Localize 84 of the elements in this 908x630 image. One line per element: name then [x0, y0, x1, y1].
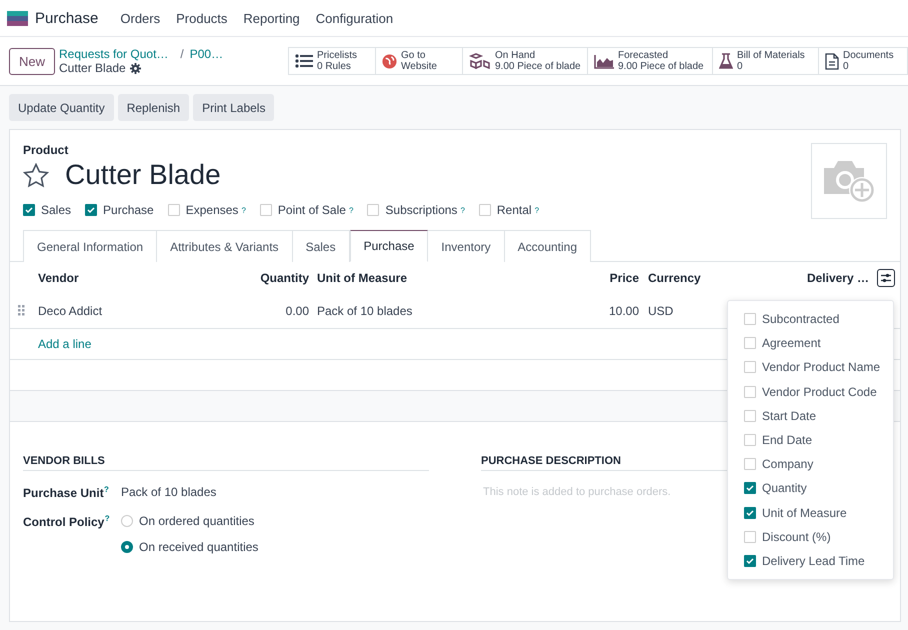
help-mark[interactable]: ?	[534, 206, 540, 214]
field-label: Product	[23, 143, 70, 157]
list-icon	[295, 54, 313, 68]
app-logo-icon	[7, 10, 28, 26]
check-icon	[87, 206, 96, 214]
option-label: Expenses	[186, 203, 238, 217]
column-settings-button[interactable]	[877, 268, 895, 286]
checkbox[interactable]	[23, 204, 35, 216]
tab[interactable]: Inventory	[428, 230, 505, 262]
drag-handle-icon[interactable]	[18, 305, 25, 316]
menu-option[interactable]: Unit of Measure	[762, 506, 847, 520]
tab[interactable]: Accounting	[504, 230, 592, 262]
help-mark[interactable]: ?	[348, 206, 354, 214]
menu-option[interactable]: Discount (%)	[762, 530, 831, 544]
help-mark[interactable]: ?	[104, 514, 110, 523]
tab[interactable]: Purchase	[350, 230, 428, 262]
column-header[interactable]: Vendor	[38, 262, 240, 293]
breadcrumb-link[interactable]: Requests for Quot…	[59, 47, 168, 61]
option-label: Sales	[41, 203, 72, 217]
column-header[interactable]: Delivery …	[739, 262, 869, 293]
checkbox[interactable]	[744, 554, 756, 567]
menu-option[interactable]: Vendor Product Code	[762, 384, 877, 399]
menu-item[interactable]: Reporting	[235, 10, 308, 26]
action-button[interactable]: Replenish	[118, 94, 190, 121]
help-mark[interactable]: ?	[241, 206, 246, 214]
image-placeholder[interactable]	[811, 143, 887, 219]
column-header[interactable]: Currency	[639, 262, 739, 293]
menu-item[interactable]: Configuration	[308, 10, 402, 26]
table-cell: Pack of 10 blades	[309, 293, 560, 329]
checkbox[interactable]	[85, 204, 98, 216]
radio-button[interactable]	[121, 541, 133, 553]
star-icon[interactable]	[23, 162, 49, 188]
field-value[interactable]: Pack of 10 blades	[121, 485, 216, 500]
gear-icon[interactable]	[130, 62, 141, 74]
menu-option[interactable]: Company	[762, 457, 814, 472]
app-name[interactable]: Purchase	[35, 10, 98, 26]
table-cell: 10.00	[560, 293, 639, 329]
sliders-icon	[880, 272, 892, 284]
radio-label: On ordered quantities	[139, 514, 254, 528]
product-title: Cutter Blade	[65, 159, 221, 191]
breadcrumb-separator: /	[180, 47, 184, 61]
menu-item[interactable]: Orders	[112, 10, 168, 26]
area-chart-icon	[594, 54, 614, 68]
check-icon	[746, 556, 754, 565]
tab[interactable]: General Information	[23, 230, 158, 262]
record-name: Cutter Blade	[59, 61, 126, 75]
menu-option[interactable]: Vendor Product Name	[762, 360, 880, 374]
checkbox[interactable]	[744, 506, 756, 519]
new-button[interactable]: New	[9, 48, 56, 74]
check-icon	[746, 508, 754, 517]
option-label: Purchase	[103, 203, 154, 217]
section-title: VENDOR BILLS	[23, 455, 429, 471]
field-label: Control Policy	[23, 515, 104, 529]
table-cell: 0.00	[240, 293, 309, 329]
option-label: Point of Sale	[278, 203, 346, 217]
checkbox[interactable]	[744, 482, 756, 494]
column-header[interactable]: Quantity	[240, 262, 309, 293]
radio-label: On received quantities	[139, 540, 258, 554]
option-label: Subscriptions	[385, 203, 458, 217]
option-label: Rental	[496, 203, 532, 217]
column-header[interactable]: Price	[560, 262, 639, 293]
help-mark[interactable]: ?	[460, 206, 465, 214]
menu-option[interactable]: Agreement	[762, 336, 821, 350]
menu-option[interactable]: Start Date	[762, 408, 816, 423]
breadcrumb-link[interactable]: P00…	[190, 47, 224, 61]
boxes-icon	[469, 53, 491, 69]
globe-icon	[382, 54, 397, 68]
field-label: Purchase Unit	[23, 486, 104, 500]
flask-icon	[719, 53, 733, 69]
tab[interactable]: Attributes & Variants	[157, 230, 293, 262]
menu-option[interactable]: Subcontracted	[762, 312, 840, 326]
action-button[interactable]: Print Labels	[193, 94, 274, 121]
menu-item[interactable]: Products	[168, 10, 236, 26]
help-mark[interactable]: ?	[104, 485, 109, 494]
action-button[interactable]: Update Quantity	[9, 94, 114, 121]
menu-option[interactable]: Delivery Lead Time	[762, 554, 865, 568]
add-line-link[interactable]: Add a line	[38, 337, 92, 351]
table-cell: Deco Addict	[38, 293, 240, 329]
column-header[interactable]: Unit of Measure	[309, 262, 560, 293]
check-icon	[746, 484, 754, 492]
document-icon	[825, 52, 839, 70]
menu-option[interactable]: End Date	[762, 433, 812, 448]
check-icon	[25, 206, 33, 214]
tab[interactable]: Sales	[292, 230, 350, 262]
